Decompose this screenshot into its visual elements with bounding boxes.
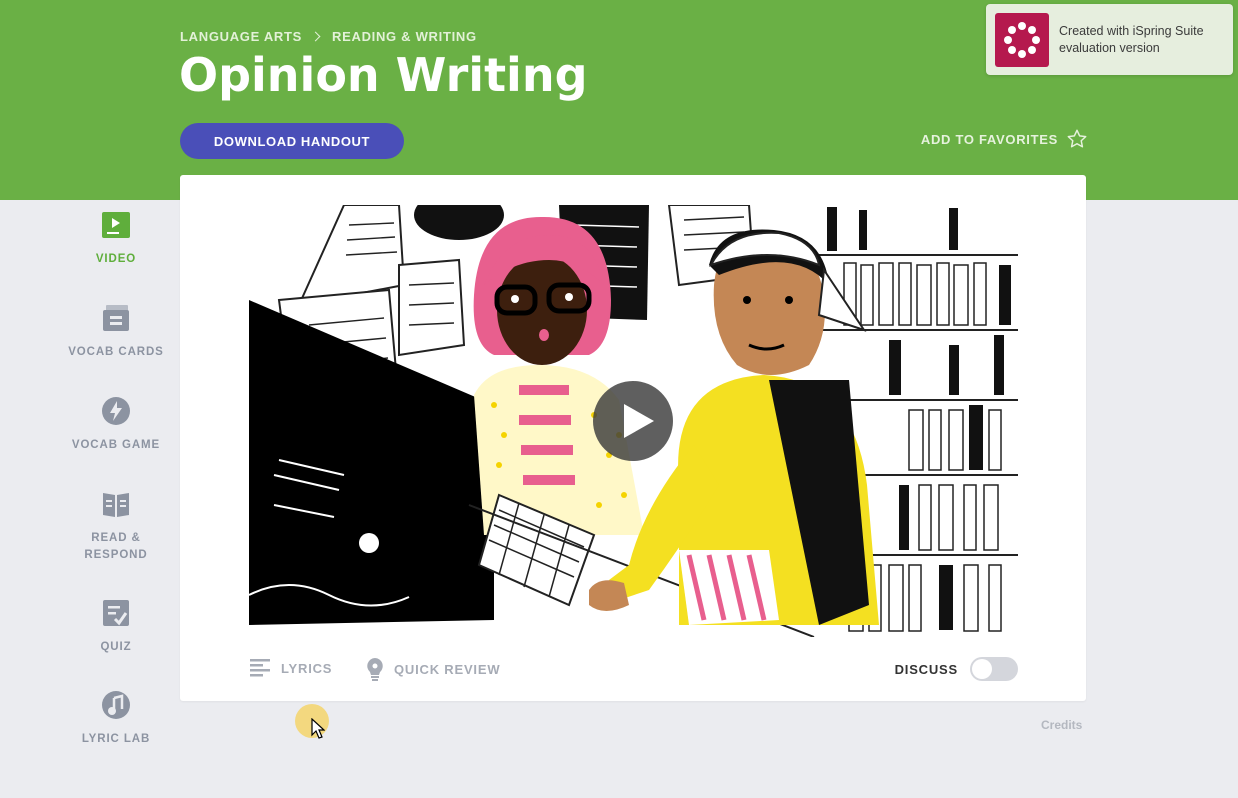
vocab-cards-icon xyxy=(103,305,129,331)
discuss-toggle[interactable]: DISCUSS xyxy=(895,657,1018,681)
nav-label: QUIZ xyxy=(100,641,132,653)
lightning-icon xyxy=(102,397,130,425)
nav-item-vocab-game[interactable]: VOCAB GAME xyxy=(60,396,172,454)
discuss-label: DISCUSS xyxy=(894,661,958,677)
add-to-favorites-button[interactable]: ADD TO FAVORITES xyxy=(921,128,1088,150)
nav-label-line2: RESPOND xyxy=(84,549,148,561)
toggle-switch[interactable] xyxy=(970,657,1018,681)
star-icon xyxy=(1067,129,1087,148)
nav-item-vocab-cards[interactable]: VOCAB CARDS xyxy=(60,303,172,361)
breadcrumb: LANGUAGE ARTS READING & WRITING xyxy=(180,29,477,44)
chevron-right-icon xyxy=(310,31,321,42)
book-icon xyxy=(103,493,129,517)
nav-item-quiz[interactable]: QUIZ xyxy=(60,598,172,656)
nav-item-lyric-lab[interactable]: LYRIC LAB xyxy=(60,690,172,748)
mouse-cursor-icon xyxy=(311,718,325,739)
nav-label: VOCAB CARDS xyxy=(68,346,164,358)
lightbulb-icon xyxy=(367,658,383,681)
play-button[interactable] xyxy=(593,381,673,461)
nav-item-video[interactable]: VIDEO xyxy=(60,210,172,268)
video-card: LYRICS QUICK REVIEW DISCUSS xyxy=(180,175,1086,701)
evaluation-watermark-toast: Created with iSpring Suite evaluation ve… xyxy=(986,4,1233,75)
video-tools: LYRICS QUICK REVIEW DISCUSS xyxy=(249,657,1018,681)
lyrics-button[interactable]: LYRICS xyxy=(249,657,332,679)
breadcrumb-language-arts[interactable]: LANGUAGE ARTS xyxy=(180,29,302,44)
download-handout-button[interactable]: DOWNLOAD HANDOUT xyxy=(180,123,404,159)
credits-link[interactable]: Credits xyxy=(1041,718,1082,732)
lyrics-label: LYRICS xyxy=(281,660,333,676)
toast-text: Created with iSpring Suite evaluation ve… xyxy=(1059,24,1204,55)
nav-label: READ & RESPOND xyxy=(60,530,172,564)
toggle-knob xyxy=(972,659,992,679)
video-player[interactable] xyxy=(249,205,1018,637)
video-icon xyxy=(102,212,130,238)
nav-label: VOCAB GAME xyxy=(71,439,161,451)
nav-label: LYRIC LAB xyxy=(81,733,151,745)
quick-review-label: QUICK REVIEW xyxy=(394,661,501,677)
nav-item-read-respond[interactable]: READ & RESPOND xyxy=(60,489,172,564)
music-note-icon xyxy=(102,691,130,719)
favorites-label: ADD TO FAVORITES xyxy=(920,131,1058,147)
lyrics-icon xyxy=(250,659,270,677)
nav-label: VIDEO xyxy=(95,253,137,265)
page-title: Opinion Writing xyxy=(179,48,588,102)
nav-label-line1: READ & xyxy=(91,532,141,544)
quick-review-button[interactable]: QUICK REVIEW xyxy=(366,657,500,681)
breadcrumb-reading-writing[interactable]: READING & WRITING xyxy=(332,29,477,44)
ispring-logo xyxy=(995,13,1049,67)
quiz-icon xyxy=(103,600,129,626)
